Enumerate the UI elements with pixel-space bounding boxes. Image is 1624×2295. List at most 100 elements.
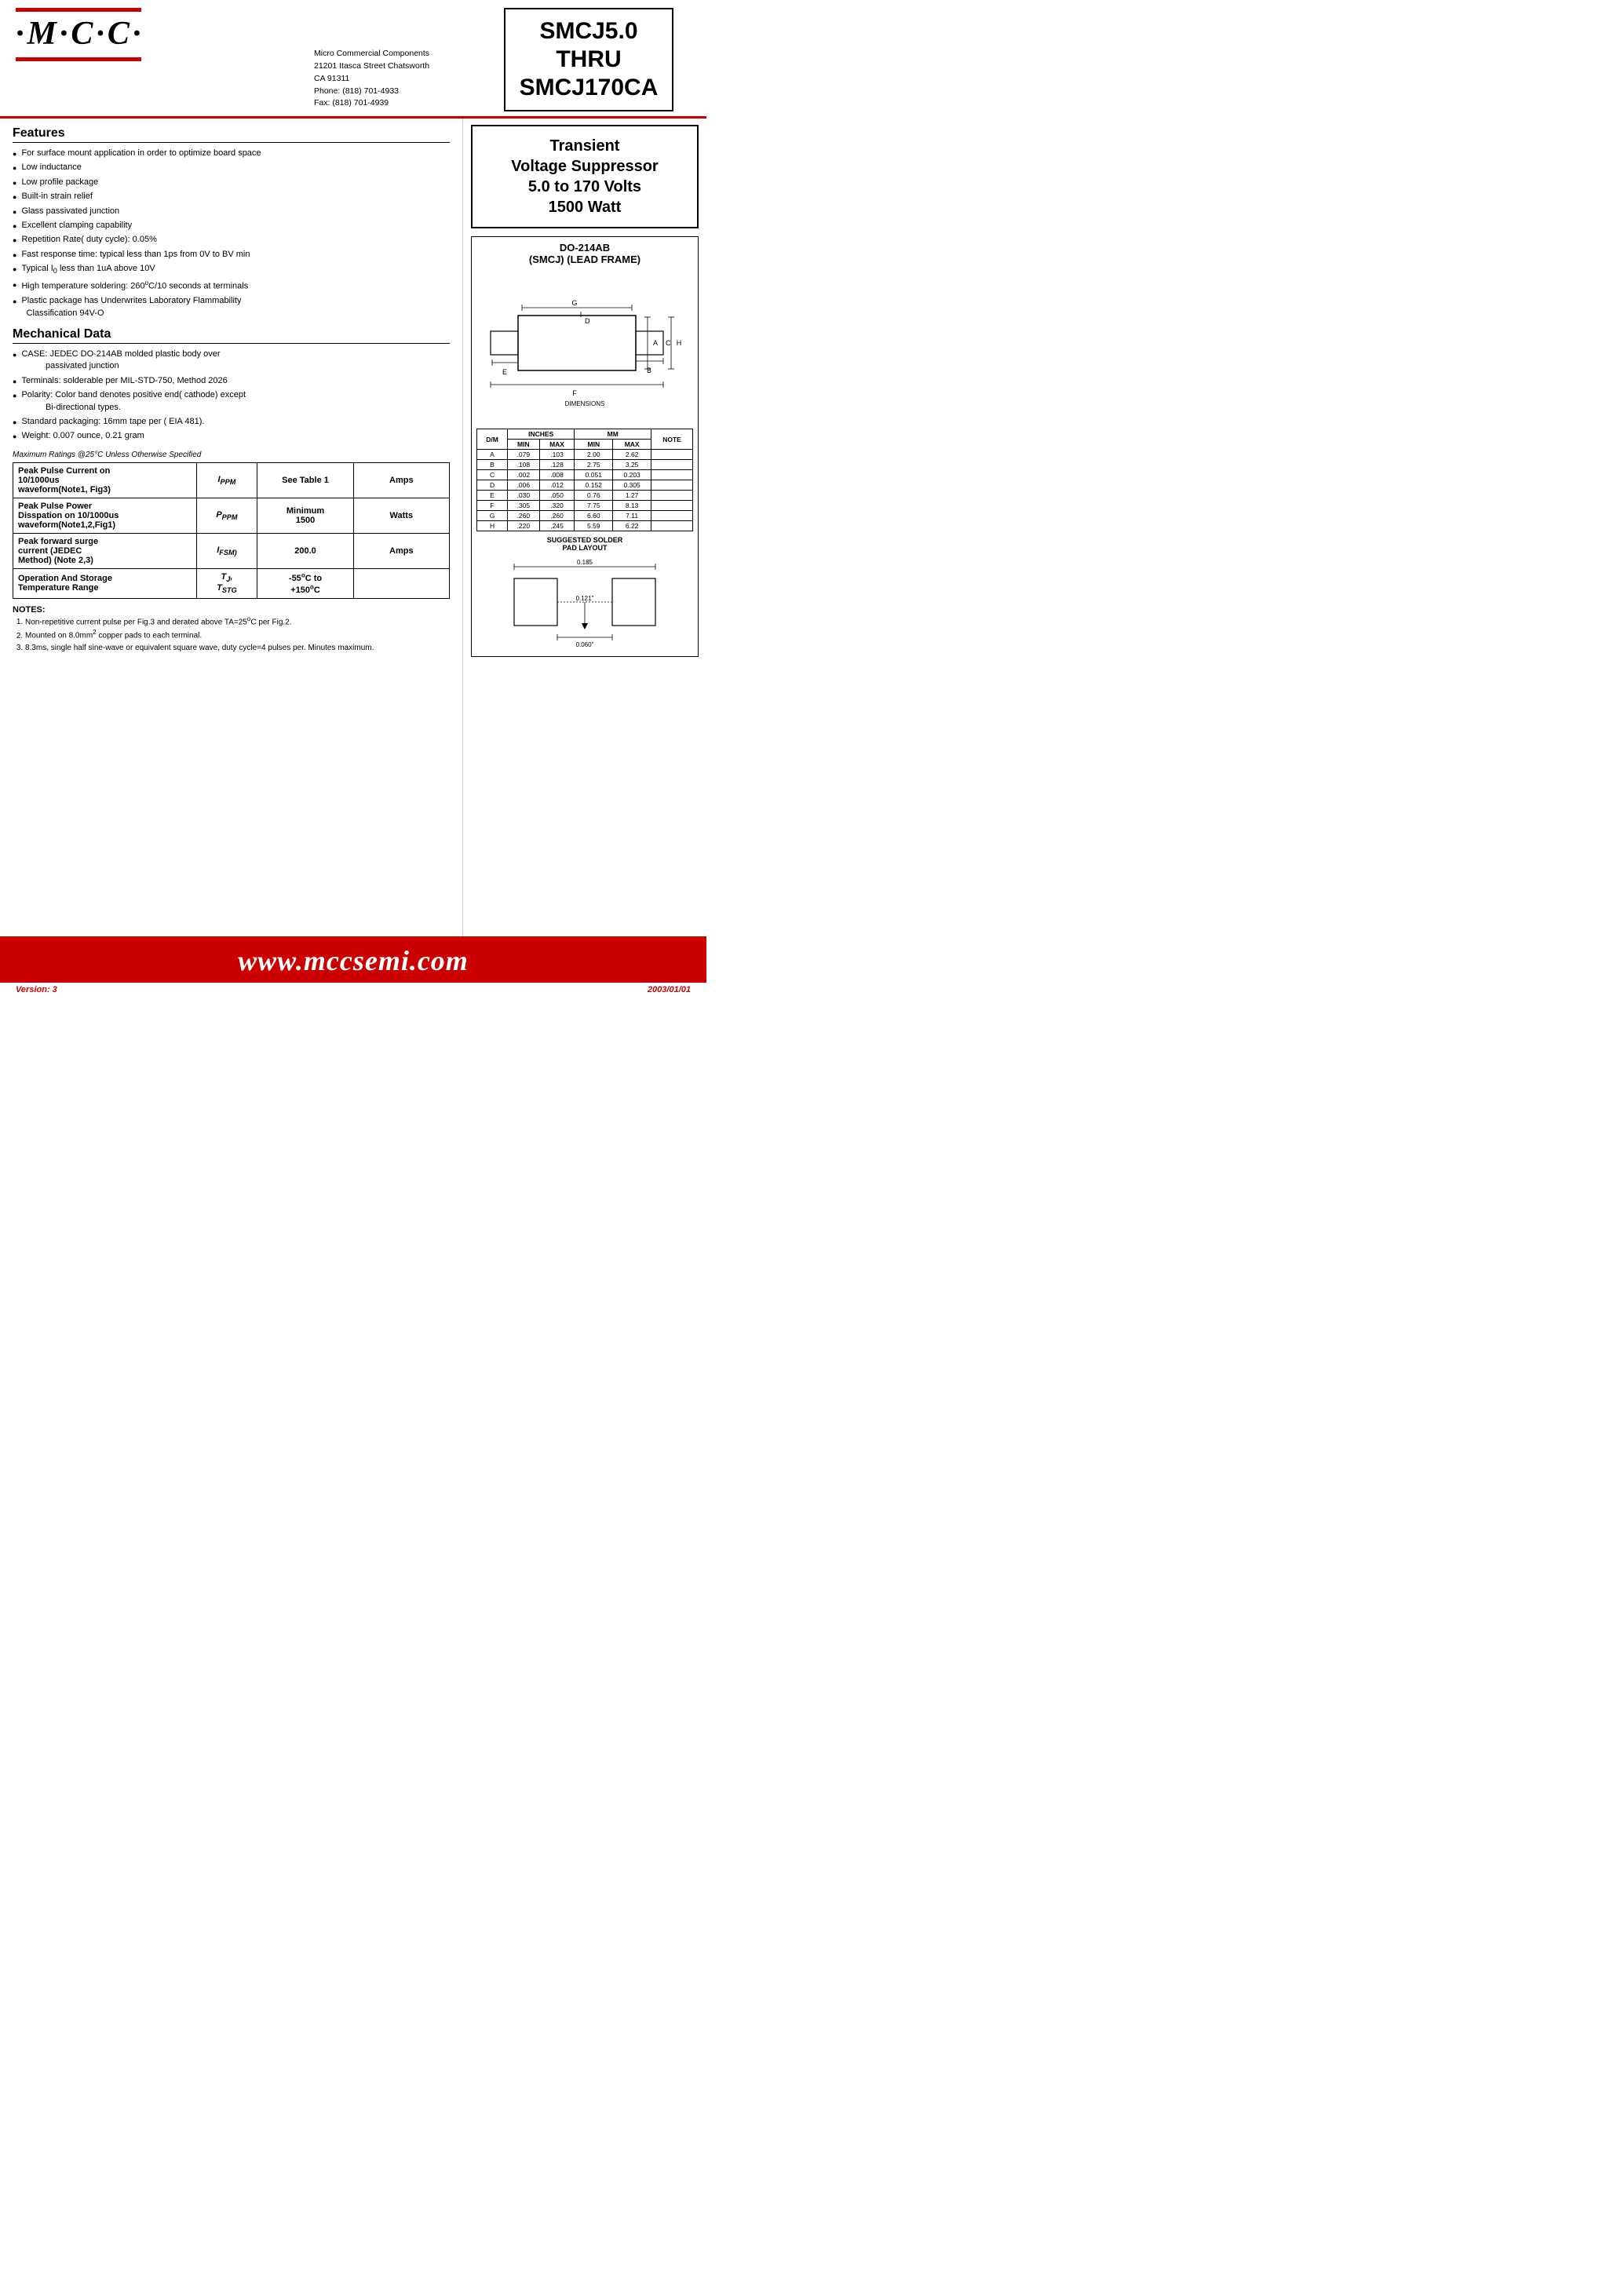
list-item: Terminals: solderable per MIL-STD-750, M… bbox=[13, 375, 450, 387]
footer: www.mccsemi.com bbox=[0, 936, 706, 980]
dim-header: D/M bbox=[477, 429, 508, 450]
header-left: ·M·C·C· bbox=[16, 8, 314, 116]
part-number-box: SMCJ5.0THRUSMCJ170CA bbox=[504, 8, 674, 111]
svg-text:E: E bbox=[502, 368, 507, 376]
dim-header-note: NOTE bbox=[651, 429, 693, 450]
list-item: Fast response time: typical less than 1p… bbox=[13, 249, 450, 261]
table-row: B.108.1282.753.25 bbox=[477, 460, 693, 470]
dim-header-mm: MM bbox=[575, 429, 651, 440]
footer-version: Version: 3 bbox=[16, 985, 57, 994]
transient-box: TransientVoltage Suppressor5.0 to 170 Vo… bbox=[471, 125, 699, 228]
part-number: SMCJ5.0THRUSMCJ170CA bbox=[520, 17, 659, 102]
rating-value: Minimum1500 bbox=[257, 498, 353, 533]
package-diagram: G H D A bbox=[479, 268, 691, 425]
rating-value: -55oC to+150oC bbox=[257, 568, 353, 598]
dim-min: MIN bbox=[508, 440, 540, 450]
svg-text:DIMENSIONS: DIMENSIONS bbox=[565, 400, 605, 407]
list-item: For surface mount application in order t… bbox=[13, 148, 450, 159]
list-item: Standard packaging: 16mm tape per ( EIA … bbox=[13, 416, 450, 428]
svg-text:C: C bbox=[666, 339, 671, 347]
svg-text:F: F bbox=[572, 389, 577, 397]
package-box: DO-214AB (SMCJ) (LEAD FRAME) bbox=[471, 236, 699, 657]
footer-bottom: Version: 3 2003/01/01 bbox=[0, 980, 706, 997]
notes-section: NOTES: Non-repetitive current pulse per … bbox=[13, 605, 450, 654]
company-info: Micro Commercial Components 21201 Itasca… bbox=[314, 48, 429, 110]
rating-symbol: PPPM bbox=[196, 498, 257, 533]
svg-text:H: H bbox=[677, 339, 682, 347]
footer-date: 2003/01/01 bbox=[648, 985, 691, 994]
header-center: Micro Commercial Components 21201 Itasca… bbox=[314, 8, 487, 116]
rating-value: 200.0 bbox=[257, 533, 353, 568]
dimensions-table: D/M INCHES MM NOTE MIN MAX MIN MAX bbox=[476, 429, 693, 531]
solder-pad-area: SUGGESTED SOLDERPAD LAYOUT 0.185 bbox=[476, 536, 693, 651]
diagram-area: G H D A bbox=[476, 268, 693, 425]
rating-label: Peak Pulse Current on10/1000uswaveform(N… bbox=[13, 462, 197, 498]
rating-unit: Amps bbox=[353, 533, 449, 568]
list-item: CASE: JEDEC DO-214AB molded plastic body… bbox=[13, 348, 450, 373]
logo-area: ·M·C·C· bbox=[16, 15, 144, 53]
phone: Phone: (818) 701-4933 bbox=[314, 86, 429, 98]
table-row: E.030.0500.761.27 bbox=[477, 491, 693, 501]
svg-text:0.185: 0.185 bbox=[577, 559, 593, 566]
right-col: TransientVoltage Suppressor5.0 to 170 Vo… bbox=[463, 119, 706, 936]
svg-text:A: A bbox=[653, 339, 658, 347]
notes-title: NOTES: bbox=[13, 605, 450, 615]
svg-text:D: D bbox=[585, 317, 590, 325]
red-bar-bottom bbox=[16, 57, 141, 61]
list-item: Typical I0 less than 1uA above 10V bbox=[13, 263, 450, 276]
footer-url: www.mccsemi.com bbox=[0, 944, 706, 977]
company-name: Micro Commercial Components bbox=[314, 48, 429, 60]
ratings-title: Maximum Ratings @25°C Unless Otherwise S… bbox=[13, 451, 450, 459]
fax: Fax: (818) 701-4939 bbox=[314, 97, 429, 110]
mechanical-list: CASE: JEDEC DO-214AB molded plastic body… bbox=[13, 348, 450, 443]
rating-value: See Table 1 bbox=[257, 462, 353, 498]
rating-label: Peak forward surgecurrent (JEDECMethod) … bbox=[13, 533, 197, 568]
list-item: High temperature soldering: 260oC/10 sec… bbox=[13, 279, 450, 293]
list-item: Built-in strain relief bbox=[13, 191, 450, 202]
list-item: Weight: 0.007 ounce, 0.21 gram bbox=[13, 430, 450, 442]
address1: 21201 Itasca Street Chatsworth bbox=[314, 60, 429, 73]
svg-text:0.121": 0.121" bbox=[576, 595, 594, 602]
list-item: Low inductance bbox=[13, 162, 450, 173]
notes-list: Non-repetitive current pulse per Fig.3 a… bbox=[25, 615, 450, 654]
table-row: C.002.0080.0510.203 bbox=[477, 470, 693, 480]
address2: CA 91311 bbox=[314, 73, 429, 86]
rating-unit: Watts bbox=[353, 498, 449, 533]
table-row: F.305.3207.758.13 bbox=[477, 501, 693, 511]
table-row: H.220.2455.596.22 bbox=[477, 521, 693, 531]
svg-text:G: G bbox=[571, 299, 577, 307]
main-content: Features For surface mount application i… bbox=[0, 119, 706, 936]
list-item: Low profile package bbox=[13, 177, 450, 188]
list-item: Plastic package has Underwrites Laborato… bbox=[13, 295, 450, 319]
logo-text: ·M·C·C· bbox=[16, 15, 144, 53]
table-row: G.260.2606.607.11 bbox=[477, 511, 693, 521]
table-row: Peak forward surgecurrent (JEDECMethod) … bbox=[13, 533, 450, 568]
table-row: Operation And StorageTemperature Range T… bbox=[13, 568, 450, 598]
solder-pad-diagram: 0.185 0.121" 0.060" bbox=[506, 555, 663, 649]
red-bar-top bbox=[16, 8, 141, 12]
solder-pad-title: SUGGESTED SOLDERPAD LAYOUT bbox=[476, 536, 693, 552]
svg-text:B: B bbox=[647, 367, 651, 374]
rating-unit: Amps bbox=[353, 462, 449, 498]
rating-label: Operation And StorageTemperature Range bbox=[13, 568, 197, 598]
mechanical-title: Mechanical Data bbox=[13, 327, 450, 344]
page: ·M·C·C· Micro Commercial Components 2120… bbox=[0, 0, 706, 997]
rating-symbol: IFSM) bbox=[196, 533, 257, 568]
table-row: Peak Pulse PowerDisspation on 10/1000usw… bbox=[13, 498, 450, 533]
svg-text:0.060": 0.060" bbox=[576, 641, 594, 648]
list-item: Non-repetitive current pulse per Fig.3 a… bbox=[25, 615, 450, 628]
dim-max: MAX bbox=[539, 440, 575, 450]
table-row: A.079.1032.002.62 bbox=[477, 450, 693, 460]
dim-max-mm: MAX bbox=[613, 440, 651, 450]
list-item: Repetition Rate( duty cycle): 0.05% bbox=[13, 234, 450, 246]
list-item: Polarity: Color band denotes positive en… bbox=[13, 389, 450, 414]
dim-header-inches: INCHES bbox=[508, 429, 575, 440]
header-right: SMCJ5.0THRUSMCJ170CA bbox=[487, 8, 691, 116]
table-row: Peak Pulse Current on10/1000uswaveform(N… bbox=[13, 462, 450, 498]
rating-symbol: IPPM bbox=[196, 462, 257, 498]
list-item: Glass passivated junction bbox=[13, 206, 450, 217]
transient-title: TransientVoltage Suppressor5.0 to 170 Vo… bbox=[479, 136, 691, 217]
ratings-table: Peak Pulse Current on10/1000uswaveform(N… bbox=[13, 462, 450, 599]
rating-symbol: TJ,TSTG bbox=[196, 568, 257, 598]
left-col: Features For surface mount application i… bbox=[0, 119, 463, 936]
